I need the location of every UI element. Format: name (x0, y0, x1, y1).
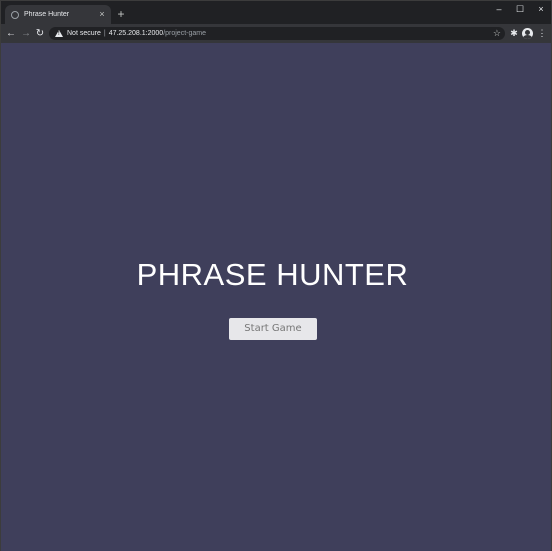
browser-menu-icon[interactable]: ⋮ (536, 27, 548, 40)
profile-avatar-icon[interactable] (522, 28, 533, 39)
tab-close-icon[interactable]: × (97, 10, 107, 19)
new-tab-button[interactable]: + (115, 7, 127, 21)
tab-phrase-hunter[interactable]: Phrase Hunter × (5, 5, 111, 24)
warning-icon[interactable] (55, 29, 63, 38)
page-viewport: PHRASE HUNTER Start Game (1, 43, 551, 551)
back-button[interactable]: ← (5, 27, 17, 40)
security-label[interactable]: Not secure (67, 30, 101, 37)
globe-icon (11, 10, 19, 19)
address-separator: | (103, 30, 106, 37)
reload-button[interactable]: ↻ (34, 27, 46, 40)
forward-button[interactable]: → (20, 27, 32, 40)
maximize-button[interactable]: ☐ (510, 3, 530, 15)
tab-title: Phrase Hunter (24, 11, 70, 18)
address-bar[interactable]: Not secure | 47.25.208.1:2000 /project-g… (49, 27, 505, 40)
browser-window: Phrase Hunter × + – ☐ × ← → ↻ Not secure… (0, 0, 552, 551)
bookmark-star-icon[interactable]: ☆ (493, 28, 501, 39)
extensions-icon[interactable]: ✱ (508, 27, 520, 40)
start-game-button[interactable]: Start Game (229, 318, 317, 340)
url-host: 47.25.208.1:2000 (108, 30, 164, 37)
tab-strip: Phrase Hunter × + – ☐ × (1, 1, 551, 24)
close-window-button[interactable]: × (531, 3, 551, 15)
page-title: PHRASE HUNTER (136, 257, 409, 292)
url-path: /project-game (163, 30, 206, 37)
minimize-button[interactable]: – (489, 3, 509, 15)
browser-toolbar: ← → ↻ Not secure | 47.25.208.1:2000 /pro… (1, 24, 551, 43)
